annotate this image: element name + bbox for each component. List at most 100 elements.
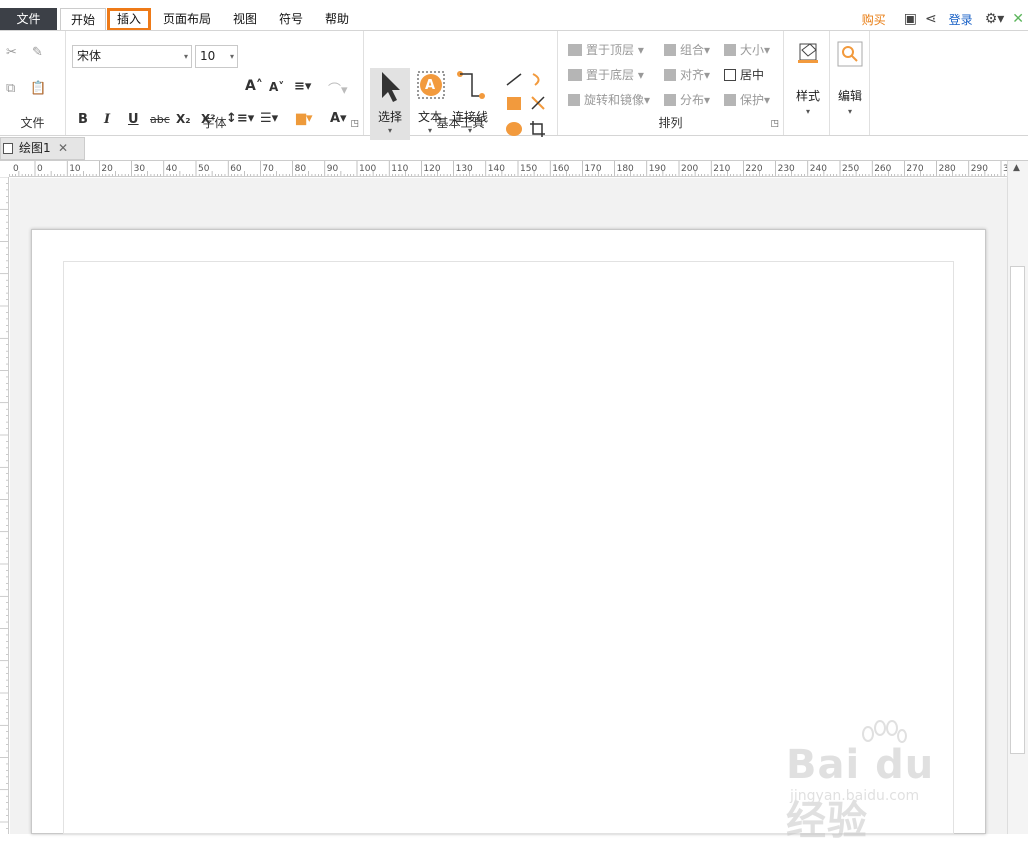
shrink-font-icon[interactable]: A˅ — [269, 80, 284, 94]
ruler-label: 160 — [552, 164, 569, 174]
subscript-button[interactable]: X₂ — [176, 112, 191, 126]
tab-home[interactable]: 开始 — [60, 8, 106, 31]
ruler-label: 250 — [842, 164, 859, 174]
watermark-url: jingyan.baidu.com — [790, 788, 920, 804]
line-height-icon[interactable]: ↕≡▾ — [226, 111, 254, 126]
connector-icon — [457, 71, 485, 99]
ruler-label: 270 — [906, 164, 923, 174]
horizontal-ruler: 0 0 10 20 30 40 50 60 70 80 90 100 110 120 130 140 150 16… — [9, 161, 1007, 177]
send-to-back-button[interactable]: 置于底层 ▾ — [568, 66, 644, 83]
bold-button[interactable]: B — [78, 112, 88, 127]
font-size-select[interactable]: 10 ▾ — [195, 45, 238, 68]
bring-front-icon — [568, 44, 582, 56]
rotate-mirror-button[interactable]: 旋转和镜像▾ — [568, 91, 650, 108]
close-icon[interactable]: ✕ — [58, 138, 68, 159]
ribbon-group-file: ✂ ✎ ⧉ 📋 文件 — [0, 31, 66, 135]
strikethrough-button[interactable]: abc — [150, 113, 170, 126]
cut-icon[interactable]: ✂ — [6, 45, 17, 60]
underline-button[interactable]: U — [128, 112, 139, 127]
ruler-label: 140 — [488, 164, 505, 174]
tab-document[interactable]: 绘图1 ✕ — [0, 137, 85, 160]
share-icon[interactable]: ⋖ — [925, 11, 937, 27]
italic-button[interactable]: I — [104, 112, 110, 127]
tab-help[interactable]: 帮助 — [318, 8, 356, 31]
ruler-label: 240 — [810, 164, 827, 174]
chevron-down-icon: ▾ — [183, 52, 188, 61]
ruler-label: 190 — [649, 164, 666, 174]
group-button[interactable]: 组合▾ — [664, 41, 710, 58]
connector-tool-button[interactable]: 连接线 ▾ — [450, 68, 490, 140]
drawing-icon — [3, 143, 13, 154]
login-link[interactable]: 登录 — [949, 11, 973, 28]
scroll-up-icon[interactable]: ▲ — [1013, 163, 1020, 173]
share-box-icon[interactable]: ▣ — [904, 11, 917, 27]
pointer-icon — [382, 72, 400, 102]
edit-label: 编辑 — [837, 89, 862, 103]
center-button[interactable]: 居中 — [724, 66, 764, 83]
scrollbar-thumb[interactable] — [1010, 266, 1025, 754]
crop-icon — [530, 121, 545, 137]
ruler-label: 200 — [681, 164, 698, 174]
ruler-label: 50 — [198, 164, 210, 174]
rectangle-icon — [507, 97, 521, 110]
copy-icon[interactable]: ⧉ — [6, 81, 15, 96]
tab-page-layout[interactable]: 页面布局 — [158, 8, 216, 31]
size-button[interactable]: 大小▾ — [724, 41, 770, 58]
center-icon — [724, 69, 736, 81]
ruler-label: 290 — [971, 164, 988, 174]
ruler-label: 110 — [391, 164, 408, 174]
align-button[interactable]: 对齐▾ — [664, 66, 710, 83]
ruler-label: 150 — [520, 164, 537, 174]
font-color-icon[interactable]: A▾ — [330, 111, 347, 126]
ruler-label: 60 — [230, 164, 242, 174]
ruler-label: 260 — [874, 164, 891, 174]
ruler-label: 30 — [134, 164, 146, 174]
chevron-down-icon: ▾ — [467, 126, 472, 135]
highlight-color-icon[interactable]: ▆▾ — [296, 111, 313, 126]
bullet-list-icon[interactable]: ☰▾ — [260, 111, 278, 126]
chevron-down-icon: ▾ — [805, 107, 810, 116]
ruler-label: 100 — [359, 164, 376, 174]
line-icon — [506, 73, 522, 86]
format-painter-icon[interactable]: ✎ — [32, 45, 43, 60]
file-menu-button[interactable]: 文件 — [0, 8, 57, 31]
text-tool-button[interactable]: A 文本 ▾ — [410, 68, 450, 140]
style-button[interactable]: 样式 ▾ — [788, 40, 828, 116]
ruler-label: 10 — [69, 164, 81, 174]
gear-icon[interactable]: ⚙▾ — [985, 11, 1005, 27]
buy-link[interactable]: 购买 — [862, 11, 886, 28]
select-tool-button[interactable]: 选择 ▾ — [370, 68, 410, 140]
ruler-label: 280 — [939, 164, 956, 174]
search-icon — [837, 41, 863, 67]
ellipse-icon — [506, 122, 522, 136]
app-logo-icon: ✕ — [1012, 11, 1024, 27]
bring-to-front-button[interactable]: 置于顶层 ▾ — [568, 41, 644, 58]
protect-button[interactable]: 保护▾ — [724, 91, 770, 108]
chevron-down-icon: ▾ — [387, 126, 392, 135]
ruler-label: 180 — [617, 164, 634, 174]
paste-icon[interactable]: 📋 — [30, 81, 46, 96]
ruler-label: 230 — [778, 164, 795, 174]
shape-tools[interactable] — [503, 71, 553, 141]
superscript-button[interactable]: X² — [201, 112, 216, 126]
arc-icon — [532, 73, 540, 86]
ruler-label: 80 — [295, 164, 307, 174]
line-spacing-disabled-icon: ⌒▾ — [328, 83, 348, 98]
watermark: Bai du 经验 jingyan.baidu.com — [786, 720, 986, 844]
vertical-scrollbar[interactable]: ▲ — [1007, 161, 1028, 834]
grow-font-icon[interactable]: A˄ — [245, 78, 263, 94]
edit-button[interactable]: 编辑 ▾ — [830, 40, 870, 116]
distribute-button[interactable]: 分布▾ — [664, 91, 710, 108]
ruler-label: 70 — [262, 164, 274, 174]
ruler-label: 220 — [745, 164, 762, 174]
tab-symbol[interactable]: 符号 — [272, 8, 310, 31]
font-size-value: 10 — [200, 49, 216, 63]
align-icon[interactable]: ≡▾ — [294, 79, 311, 94]
ruler-label: 170 — [584, 164, 601, 174]
account-area: 购买 ▣ ⋖ 登录 ⚙▾ ✕ — [862, 8, 1028, 30]
font-name-select[interactable]: 宋体 ▾ — [72, 45, 192, 68]
style-label: 样式 — [795, 89, 820, 103]
tab-view[interactable]: 视图 — [226, 8, 264, 31]
ribbon-group-file-label: 文件 — [20, 116, 45, 130]
paint-bucket-icon — [798, 43, 818, 63]
